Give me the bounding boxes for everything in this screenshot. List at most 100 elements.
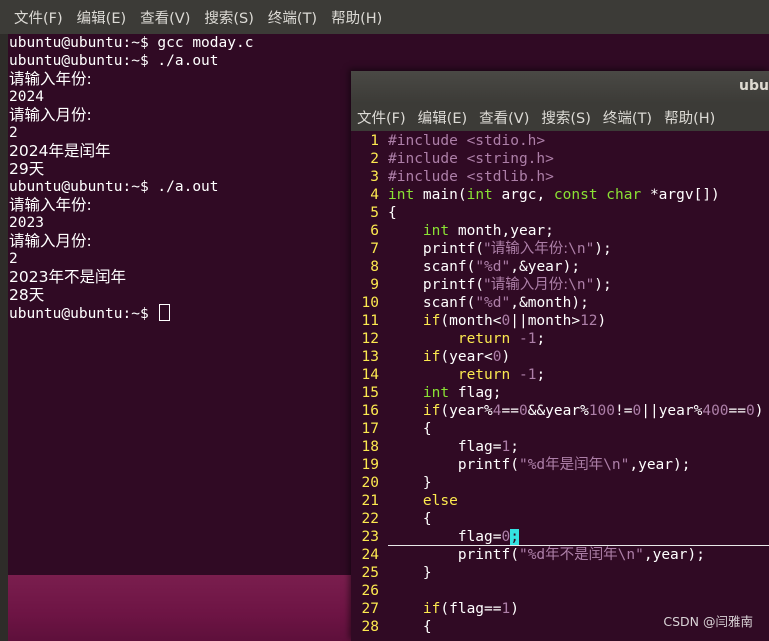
code-text: );: [594, 277, 612, 293]
code-text: ||month>: [510, 313, 581, 329]
terminal-line: ubuntu@ubuntu:~$ ./a.out: [9, 53, 219, 69]
code-line: 26: [351, 582, 769, 600]
code-line: 10 scanf("%d",&month);: [351, 294, 769, 312]
line-number: 7: [370, 241, 379, 257]
code-text: scanf(: [388, 295, 476, 311]
line-number: 23: [361, 529, 379, 545]
keyword: else: [422, 493, 458, 509]
type-keyword: char: [606, 187, 642, 203]
window-titlebar[interactable]: ubu: [351, 71, 769, 103]
code-line: 4 int main(int argc, const char *argv[]): [351, 186, 769, 204]
type-keyword: const: [553, 187, 598, 203]
menu-file[interactable]: 文件(F): [351, 107, 412, 128]
menu-help[interactable]: 帮助(H): [324, 7, 389, 28]
type-keyword: int: [466, 187, 493, 203]
code-text: {: [388, 421, 432, 437]
line-number: 8: [370, 259, 379, 275]
string-literal: ": [585, 277, 595, 293]
code-text: flag=: [388, 529, 502, 545]
keyword: return: [457, 367, 511, 383]
menu-search[interactable]: 搜索(S): [535, 107, 597, 128]
code-text: ,&year);: [510, 259, 581, 275]
code-text: flag=: [388, 439, 502, 455]
line-number: 22: [361, 511, 379, 527]
code-text: (year%: [440, 403, 493, 419]
keyword: if: [422, 403, 441, 419]
code-text: );: [594, 241, 612, 257]
menu-view[interactable]: 查看(V): [133, 7, 197, 28]
window-edge: [0, 34, 8, 641]
line-number: 28: [361, 619, 379, 635]
code-text: {: [388, 511, 432, 527]
terminal-window-front[interactable]: ubu 文件(F) 编辑(E) 查看(V) 搜索(S) 终端(T) 帮助(H) …: [351, 71, 769, 641]
line-number: 2: [370, 151, 379, 167]
number-literal: 0: [501, 529, 511, 545]
escape-sequence: \n: [568, 277, 586, 293]
code-text: scanf(: [388, 259, 476, 275]
code-text: flag;: [449, 385, 502, 401]
menu-view[interactable]: 查看(V): [473, 107, 535, 128]
preprocessor: #include: [388, 169, 458, 185]
code-line: 8 scanf("%d",&year);: [351, 258, 769, 276]
code-text: }: [388, 565, 432, 581]
number-literal: -: [510, 331, 528, 347]
type-keyword: int: [422, 385, 450, 401]
menu-terminal[interactable]: 终端(T): [597, 107, 658, 128]
menu-help[interactable]: 帮助(H): [658, 107, 721, 128]
line-number: 6: [370, 223, 379, 239]
window-title: ubu: [739, 78, 769, 94]
string-literal: ": [475, 259, 485, 275]
number-literal: 0: [746, 403, 755, 419]
code-text: ==: [501, 403, 519, 419]
editor-cursor: ;: [510, 529, 519, 545]
line-number: 9: [370, 277, 379, 293]
code-text: ): [510, 601, 519, 617]
code-line: 19 printf("%d年是闰年\n",year);: [351, 456, 769, 474]
code-text: {: [388, 619, 432, 635]
line-number: 21: [361, 493, 379, 509]
code-text: argc,: [492, 187, 554, 203]
preprocessor: #include: [388, 151, 458, 167]
code-line: 13 if(year<0): [351, 348, 769, 366]
code-line: 1 #include <stdio.h>: [351, 132, 769, 150]
line-number: 25: [361, 565, 379, 581]
terminal-menubar: 文件(F) 编辑(E) 查看(V) 搜索(S) 终端(T) 帮助(H): [0, 0, 769, 34]
menu-edit[interactable]: 编辑(E): [70, 7, 133, 28]
string-literal: ": [585, 241, 595, 257]
code-line: 12 return -1;: [351, 330, 769, 348]
code-text: (flag==: [440, 601, 502, 617]
menu-file[interactable]: 文件(F): [7, 7, 70, 28]
code-text: ,&month);: [510, 295, 589, 311]
include-path: <string.h>: [457, 151, 554, 167]
number-literal: 1: [501, 601, 511, 617]
code-text: !=: [615, 403, 633, 419]
code-line: 24 printf("%d年不是闰年\n",year);: [351, 546, 769, 564]
code-line: 15 int flag;: [351, 384, 769, 402]
terminal-menubar: 文件(F) 编辑(E) 查看(V) 搜索(S) 终端(T) 帮助(H): [351, 103, 769, 131]
menu-search[interactable]: 搜索(S): [197, 7, 261, 28]
line-number: 26: [361, 583, 379, 599]
code-line: 11 if(month<0||month>12): [351, 312, 769, 330]
preprocessor: #include: [388, 133, 458, 149]
line-number: 15: [361, 385, 379, 401]
code-text: ): [754, 403, 764, 419]
code-line: 6 int month,year;: [351, 222, 769, 240]
menu-terminal[interactable]: 终端(T): [261, 7, 324, 28]
line-number: 14: [361, 367, 379, 383]
code-text: main(: [414, 187, 467, 203]
code-line: 16 if(year%4==0&&year%100!=0||year%400==…: [351, 402, 769, 420]
line-number: 12: [361, 331, 379, 347]
string-literal: ": [635, 547, 644, 563]
string-literal: ": [501, 295, 511, 311]
code-text: ,year);: [629, 457, 691, 473]
code-text: printf(: [388, 241, 485, 257]
include-path: <stdlib.h>: [457, 169, 554, 185]
menu-edit[interactable]: 编辑(E): [412, 107, 473, 128]
vim-editor[interactable]: 1 #include <stdio.h> 2 #include <string.h>…: [351, 132, 769, 636]
keyword: if: [422, 313, 441, 329]
